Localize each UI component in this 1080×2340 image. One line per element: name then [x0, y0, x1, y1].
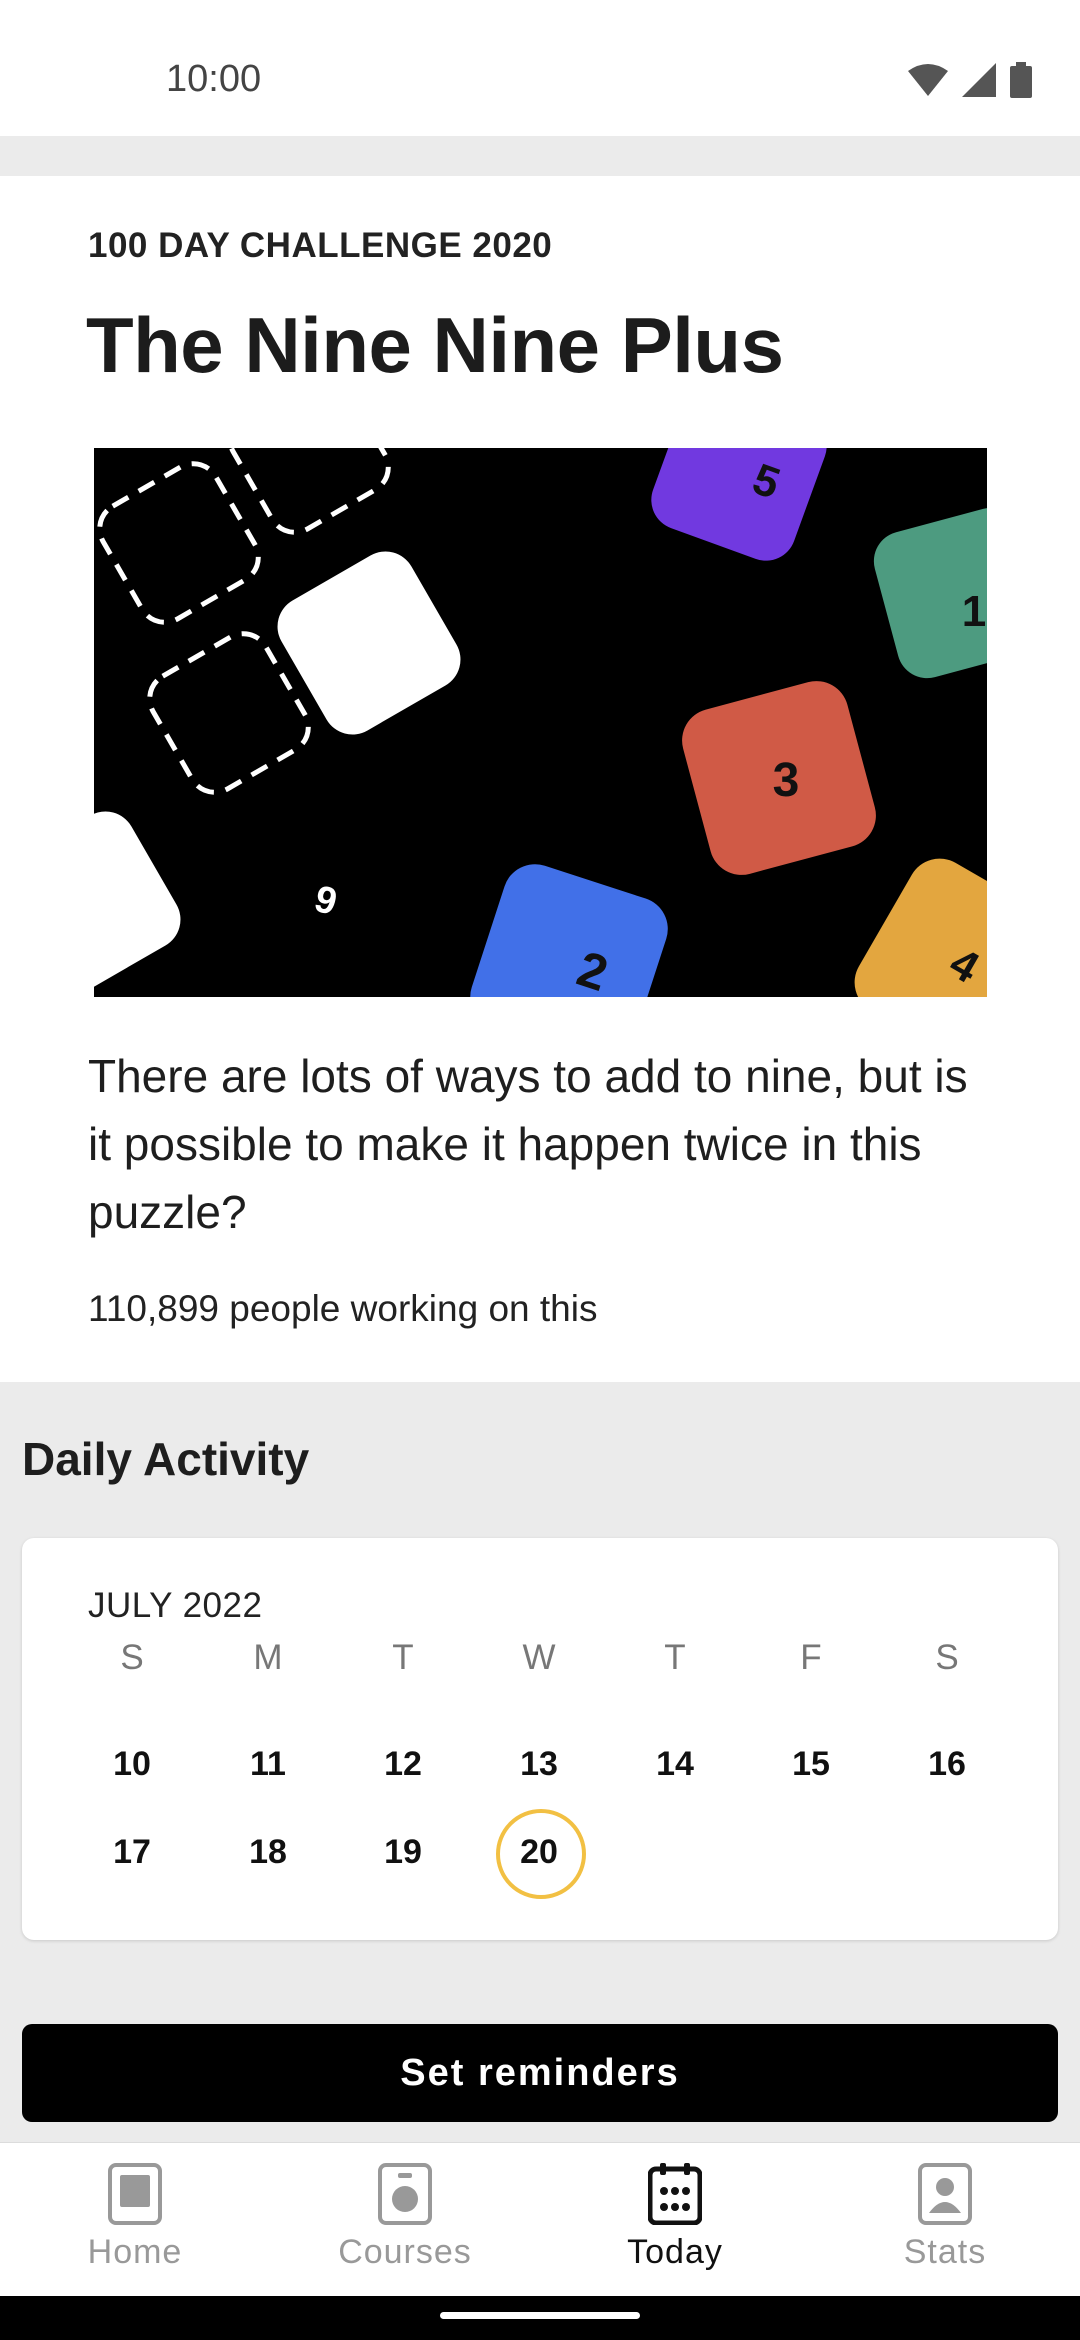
set-reminders-button[interactable]: Set reminders	[22, 2024, 1058, 2122]
calendar-icon	[575, 2163, 775, 2225]
nav-home[interactable]: Home	[35, 2163, 235, 2272]
challenge-title: The Nine Nine Plus	[86, 301, 784, 389]
battery-icon	[1010, 62, 1032, 98]
calendar-day[interactable]: 18	[223, 1807, 313, 1897]
calendar-day[interactable]: 12	[358, 1719, 448, 1809]
white-tile	[94, 811, 181, 995]
weekday-label: T	[664, 1638, 686, 1677]
calendar-day[interactable]: 17	[87, 1807, 177, 1897]
calendar-day[interactable]: 16	[902, 1719, 992, 1809]
status-icons	[908, 62, 1032, 98]
tile-2: 2	[470, 864, 668, 997]
calendar-day[interactable]: 14	[630, 1719, 720, 1809]
status-time: 10:00	[166, 58, 262, 100]
tile-9-label: 9	[310, 878, 341, 924]
nav-courses[interactable]: Courses	[305, 2163, 505, 2272]
nav-courses-label: Courses	[338, 2233, 472, 2271]
tile-1: 1	[873, 507, 987, 679]
status-bar: 10:00	[0, 0, 1080, 136]
calendar-day-today[interactable]: 20	[494, 1807, 586, 1899]
home-icon	[35, 2163, 235, 2225]
challenge-card[interactable]: 100 DAY CHALLENGE 2020 The Nine Nine Plu…	[0, 176, 1080, 1382]
nav-home-label: Home	[87, 2233, 183, 2271]
weekday-label: W	[522, 1638, 556, 1677]
courses-icon	[305, 2163, 505, 2225]
calendar-day[interactable]: 10	[87, 1719, 177, 1809]
working-count: 110,899 people working on this	[88, 1288, 598, 1329]
white-tile	[277, 551, 461, 735]
tile-3: 3	[682, 681, 876, 875]
bottom-nav: Home Courses Today Stats	[0, 2142, 1080, 2297]
challenge-description: There are lots of ways to add to nine, b…	[88, 1050, 968, 1238]
calendar-day[interactable]: 11	[223, 1719, 313, 1809]
weekday-label: T	[392, 1638, 414, 1677]
calendar-day[interactable]: 13	[494, 1719, 584, 1809]
dashed-tile	[97, 461, 261, 625]
nav-today[interactable]: Today	[575, 2163, 775, 2272]
weekday-label: S	[935, 1638, 959, 1677]
weekday-label: M	[253, 1638, 283, 1677]
gesture-bar	[0, 2296, 1080, 2340]
svg-text:3: 3	[773, 754, 800, 807]
daily-activity-title: Daily Activity	[22, 1433, 310, 1485]
tile-5: 5	[651, 448, 827, 561]
nav-stats[interactable]: Stats	[845, 2163, 1045, 2272]
challenge-hero-image: 5 1 3 2 4 9	[94, 448, 987, 997]
challenge-eyebrow: 100 DAY CHALLENGE 2020	[88, 226, 553, 265]
weekday-label: F	[800, 1638, 822, 1677]
calendar-card: JULY 2022 S M T W T F S 10 11 12 13 14 1…	[22, 1538, 1058, 1940]
svg-text:1: 1	[962, 587, 986, 636]
wifi-icon	[908, 63, 948, 97]
nav-stats-label: Stats	[903, 2233, 987, 2271]
dashed-tile	[227, 448, 391, 535]
stats-icon	[845, 2163, 1045, 2225]
gesture-handle[interactable]	[440, 2312, 640, 2319]
weekday-label: S	[120, 1638, 144, 1677]
tile-4: 4	[854, 858, 987, 997]
calendar-grid: S M T W T F S 10 11 12 13 14 15 16 17 18…	[22, 1538, 1058, 1940]
cellular-signal-icon	[962, 63, 996, 97]
calendar-day[interactable]: 15	[766, 1719, 856, 1809]
nav-today-label: Today	[627, 2233, 723, 2271]
calendar-day[interactable]: 19	[358, 1807, 448, 1897]
